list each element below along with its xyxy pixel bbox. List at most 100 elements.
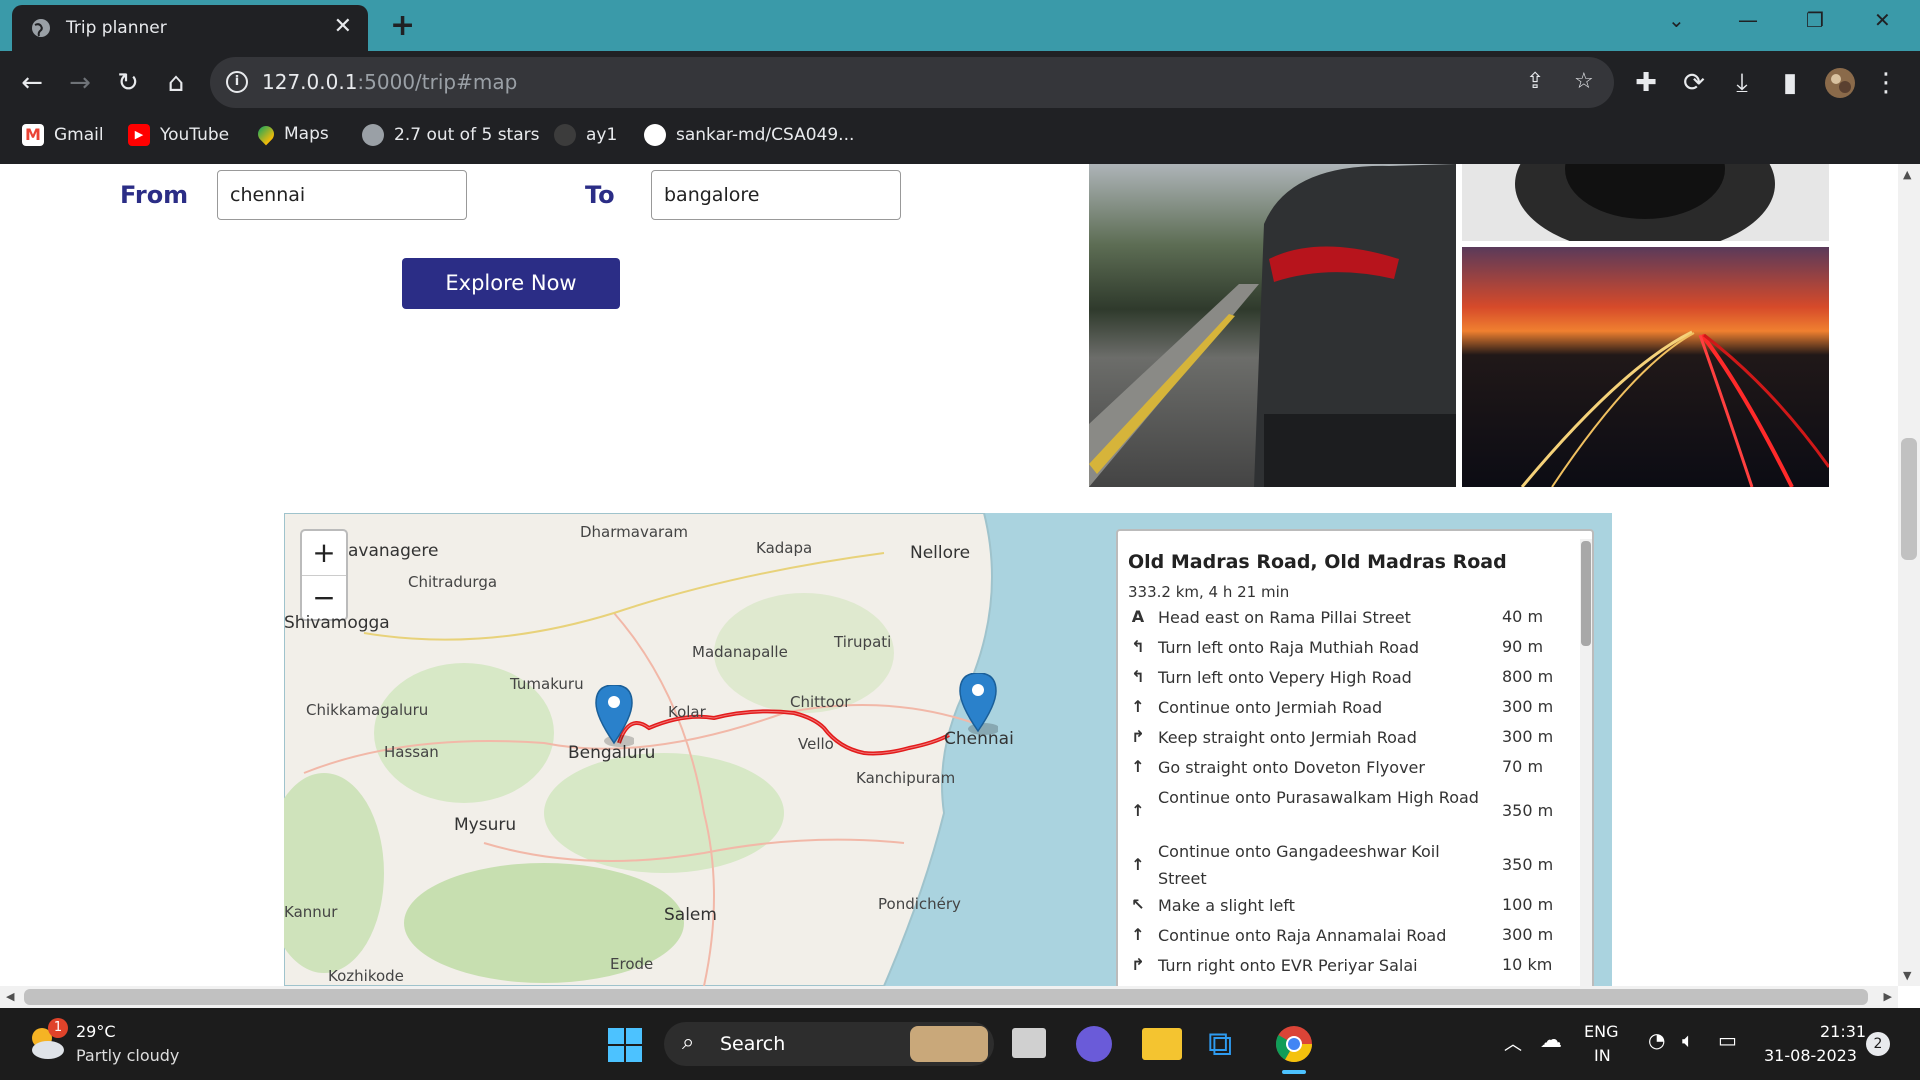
scroll-down-icon[interactable]: ▼ (1903, 969, 1911, 982)
direction-text: Turn right onto EVR Periyar Salai (1158, 956, 1418, 975)
direction-arrow-icon: ↱ (1131, 955, 1145, 974)
forward-button[interactable]: → (62, 65, 98, 101)
direction-text: Continue onto Raja Annamalai Road (1158, 926, 1447, 945)
directions-scroll-thumb[interactable] (1581, 541, 1591, 646)
city-label: Vello (798, 735, 834, 753)
back-button[interactable]: ← (14, 65, 50, 101)
task-view-icon[interactable] (1012, 1028, 1046, 1058)
reload-button[interactable]: ↻ (110, 65, 146, 101)
profile-avatar[interactable] (1822, 65, 1858, 101)
scroll-right-icon[interactable]: ▶ (1884, 990, 1892, 1003)
route-map[interactable]: + − avanagere Chitradurga Shivamogga Dha… (284, 513, 1612, 986)
bookmark-star-icon[interactable]: ☆ (1574, 69, 1594, 94)
direction-arrow-icon: ↑ (1131, 757, 1145, 776)
tab-search-icon[interactable]: ⌄ (1668, 8, 1685, 32)
url-text[interactable]: 127.0.0.1:5000/trip#map (262, 70, 517, 94)
page-vertical-scrollbar[interactable]: ▲ ▼ (1898, 164, 1920, 986)
bookmark-gmail[interactable]: M Gmail (22, 124, 104, 146)
battery-icon[interactable]: ▭ (1718, 1028, 1737, 1052)
language-in[interactable]: IN (1594, 1046, 1611, 1065)
search-highlight-image (910, 1026, 988, 1062)
show-hidden-icons-chevron-icon[interactable]: ︿ (1504, 1030, 1522, 1056)
direction-distance: 350 m (1502, 801, 1554, 820)
explore-now-button[interactable]: Explore Now (402, 258, 620, 309)
page-scroll-thumb[interactable] (1901, 438, 1917, 560)
chrome-taskbar-icon[interactable] (1274, 1024, 1314, 1074)
teams-chat-icon[interactable] (1076, 1026, 1112, 1062)
file-explorer-icon[interactable] (1142, 1028, 1182, 1060)
start-button[interactable] (608, 1028, 642, 1066)
bookmark-ay1[interactable]: ay1 (554, 124, 617, 146)
direction-distance: 800 m (1502, 667, 1554, 686)
weather-desc: Partly cloudy (76, 1046, 180, 1065)
directions-scrollbar[interactable] (1580, 539, 1592, 986)
menu-icon[interactable]: ⋮ (1868, 65, 1904, 101)
end-marker-icon[interactable] (958, 673, 998, 735)
taskbar-search-box[interactable]: ⌕ Search (664, 1022, 994, 1066)
direction-text: Make a slight left (1158, 896, 1295, 915)
direction-arrow-icon: ↖ (1131, 895, 1145, 914)
city-label: Chittoor (790, 693, 851, 711)
city-label: Madanapalle (692, 643, 788, 661)
home-button[interactable]: ⌂ (158, 65, 194, 101)
tab-trip-planner[interactable]: Trip planner ✕ (12, 5, 368, 51)
globe-icon (32, 19, 50, 37)
city-label: Kanchipuram (856, 769, 956, 787)
bookmark-maps[interactable]: Maps (254, 122, 329, 146)
volume-icon[interactable]: 🔈︎ (1682, 1028, 1694, 1052)
direction-distance: 40 m (1502, 607, 1544, 626)
city-label: Chikkamagaluru (306, 701, 429, 719)
extensions-icon[interactable]: ✚ (1628, 65, 1664, 101)
route-title: Old Madras Road, Old Madras Road (1128, 551, 1507, 573)
city-label: Tumakuru (510, 675, 584, 693)
scroll-left-icon[interactable]: ◀ (6, 990, 14, 1003)
notification-badge[interactable]: 2 (1866, 1032, 1890, 1056)
clock-date[interactable]: 31-08-2023 (1764, 1046, 1857, 1065)
city-label: Kozhikode (328, 967, 404, 985)
weather-temp: 29°C (76, 1022, 116, 1041)
city-label: Kannur (284, 903, 338, 921)
maps-pin-icon (254, 122, 278, 146)
tab-title: Trip planner (66, 18, 167, 38)
scroll-up-icon[interactable]: ▲ (1903, 168, 1911, 181)
clock-time[interactable]: 21:31 (1820, 1022, 1866, 1041)
download-icon[interactable]: ⤓ (1724, 65, 1760, 101)
address-bar[interactable]: i 127.0.0.1:5000/trip#map ⇪ ☆ (210, 57, 1614, 108)
vscode-icon[interactable]: ⧉ (1208, 1024, 1232, 1064)
direction-arrow-icon: ↱ (1131, 727, 1145, 746)
bookmark-youtube[interactable]: ▶ YouTube (128, 124, 229, 146)
direction-distance: 350 m (1502, 855, 1554, 874)
route-directions-panel[interactable]: Old Madras Road, Old Madras Road 333.2 k… (1116, 529, 1594, 986)
bookmark-github-repo[interactable]: sankar-md/CSA049... (644, 124, 854, 146)
share-icon[interactable]: ⇪ (1526, 69, 1544, 94)
bookmark-rating[interactable]: 2.7 out of 5 stars (362, 124, 539, 146)
restore-button[interactable]: ❐ (1806, 8, 1824, 32)
start-marker-icon[interactable] (594, 685, 634, 747)
extension-icon[interactable]: ⟳ (1676, 65, 1712, 101)
browser-toolbar: ← → ↻ ⌂ i 127.0.0.1:5000/trip#map ⇪ ☆ ✚ … (0, 51, 1920, 164)
direction-distance: 10 km (1502, 955, 1553, 974)
active-indicator (1282, 1070, 1306, 1074)
direction-text: Continue onto Gangadeeshwar Koil Street (1158, 842, 1440, 888)
new-tab-button[interactable]: + (390, 8, 415, 43)
page-horizontal-scrollbar[interactable]: ◀ ▶ (0, 986, 1898, 1008)
page-hscroll-thumb[interactable] (24, 989, 1868, 1005)
direction-arrow-icon: A (1131, 607, 1145, 626)
from-input[interactable] (217, 170, 467, 220)
tab-close-icon[interactable]: ✕ (334, 14, 352, 39)
wifi-icon[interactable]: ◔ (1648, 1028, 1665, 1052)
minimize-button[interactable]: — (1738, 8, 1758, 32)
close-window-button[interactable]: ✕ (1874, 8, 1891, 32)
zoom-in-button[interactable]: + (302, 531, 346, 576)
direction-text: Continue onto Purasawalkam High Road (1158, 788, 1479, 807)
language-eng[interactable]: ENG (1584, 1022, 1618, 1041)
onedrive-cloud-icon[interactable]: ☁ (1540, 1028, 1562, 1053)
side-panel-icon[interactable]: ▮ (1772, 65, 1808, 101)
weather-widget[interactable]: 1 (26, 1018, 68, 1068)
direction-arrow-icon: ↰ (1131, 637, 1145, 656)
city-label: Kolar (668, 703, 706, 721)
to-label: To (585, 181, 615, 209)
wheel-photo (1462, 164, 1829, 241)
to-input[interactable] (651, 170, 901, 220)
site-info-icon[interactable]: i (226, 71, 248, 93)
